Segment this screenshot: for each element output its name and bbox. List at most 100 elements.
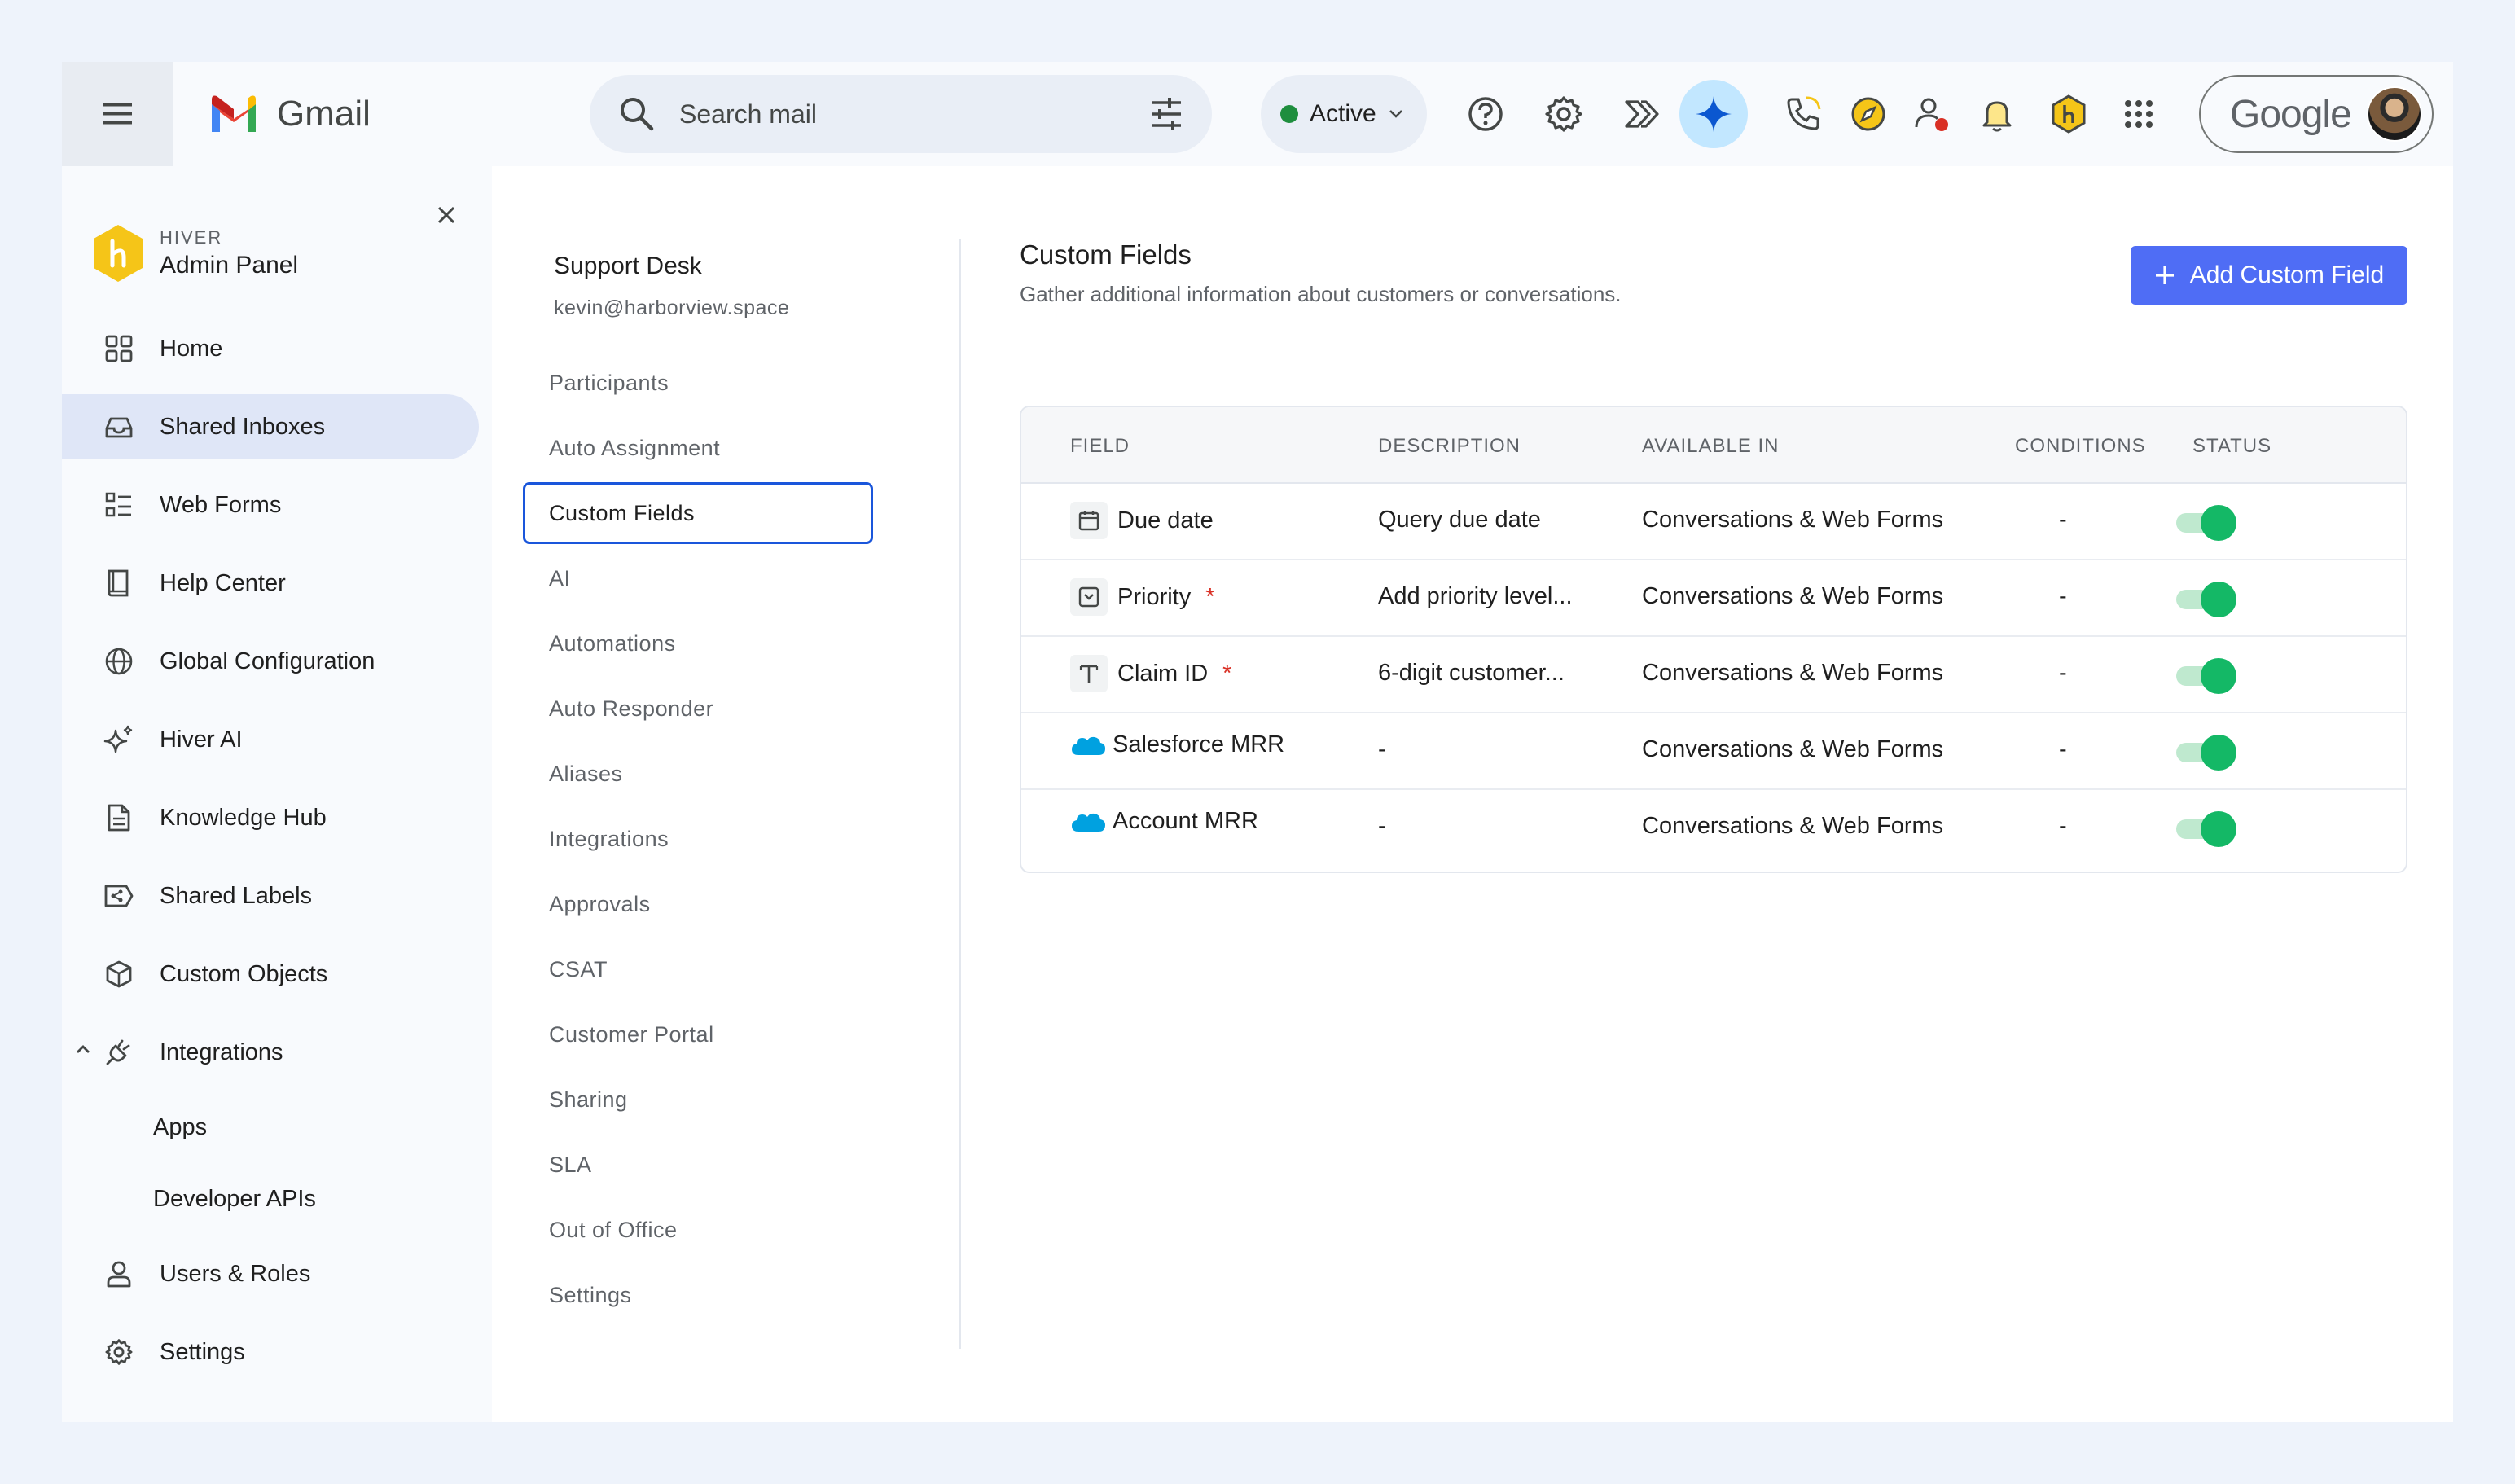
tune-icon[interactable] — [1147, 94, 1186, 134]
status-toggle[interactable] — [2176, 658, 2238, 694]
status-dot — [1280, 105, 1298, 123]
section-automations[interactable]: Automations — [523, 612, 873, 674]
phone-button[interactable] — [1775, 86, 1831, 142]
gemini-button[interactable] — [1679, 80, 1748, 148]
dropdown-icon — [1078, 586, 1099, 608]
user-icon — [107, 1261, 131, 1288]
search-icon[interactable] — [616, 93, 658, 135]
status-selector[interactable]: Active — [1261, 75, 1427, 153]
nav-label: Shared Inboxes — [160, 413, 326, 440]
nav-item-home[interactable]: Home — [62, 316, 479, 381]
section-aliases[interactable]: Aliases — [523, 743, 873, 805]
status-toggle[interactable] — [2176, 811, 2238, 847]
search-input[interactable]: Search mail — [679, 99, 817, 130]
notifications-button[interactable] — [1969, 86, 2025, 142]
nav-label: Hiver AI — [160, 726, 243, 753]
nav-item-knowledge-hub[interactable]: Knowledge Hub — [62, 785, 479, 850]
custom-fields-table: FIELD DESCRIPTION AVAILABLE IN CONDITION… — [1020, 406, 2407, 873]
settings-button[interactable] — [1536, 86, 1591, 142]
inbox-settings-nav: Support Desk kevin@harborview.space Part… — [492, 166, 959, 1422]
table-row[interactable]: Salesforce MRR - Conversations & Web For… — [1021, 713, 2406, 790]
status-toggle[interactable] — [2176, 505, 2238, 541]
section-ai[interactable]: AI — [523, 547, 873, 609]
field-conditions: - — [2059, 813, 2067, 839]
nav-label: Home — [160, 335, 223, 362]
table-row[interactable]: Priority * Add priority level... Convers… — [1021, 560, 2406, 637]
field-conditions: - — [2059, 660, 2067, 686]
nav-label: Settings — [160, 1338, 245, 1365]
nav-item-settings[interactable]: Settings — [62, 1319, 479, 1385]
avatar[interactable] — [2367, 86, 2422, 142]
list-icon — [105, 492, 131, 517]
section-integrations[interactable]: Integrations — [523, 808, 873, 870]
admin-sidebar: HIVER Admin Panel Home Shared Inboxes We… — [62, 166, 492, 1422]
nav-item-help-center[interactable]: Help Center — [62, 551, 479, 616]
nav-item-apps[interactable]: Apps — [62, 1098, 479, 1157]
section-approvals[interactable]: Approvals — [523, 873, 873, 935]
hiver-forward-button[interactable] — [1614, 86, 1670, 142]
column-header-conditions: CONDITIONS — [2015, 435, 2146, 457]
help-button[interactable] — [1458, 86, 1513, 142]
admin-header: HIVER Admin Panel — [91, 223, 298, 283]
admin-panel-title: Admin Panel — [160, 252, 299, 279]
field-description: - — [1378, 736, 1386, 762]
main-menu-button[interactable] — [62, 62, 173, 166]
nav-item-global-configuration[interactable]: Global Configuration — [62, 629, 479, 694]
nav-item-developer-apis[interactable]: Developer APIs — [62, 1170, 479, 1228]
status-toggle[interactable] — [2176, 582, 2238, 617]
section-out-of-office[interactable]: Out of Office — [523, 1199, 873, 1261]
section-settings[interactable]: Settings — [523, 1264, 873, 1326]
nav-label: Knowledge Hub — [160, 804, 327, 831]
nav-item-custom-objects[interactable]: Custom Objects — [62, 942, 479, 1007]
column-header-field: FIELD — [1070, 435, 1130, 457]
grid-icon — [105, 335, 133, 362]
gear-icon — [105, 1339, 133, 1365]
field-available-in: Conversations & Web Forms — [1642, 583, 1944, 609]
apps-icon — [2125, 100, 2153, 128]
section-participants[interactable]: Participants — [523, 352, 873, 414]
account-button[interactable]: Google — [2199, 75, 2434, 153]
sparkle-icon — [103, 725, 133, 753]
section-auto-responder[interactable]: Auto Responder — [523, 678, 873, 740]
hiver-button[interactable] — [2041, 86, 2096, 142]
field-description: 6-digit customer... — [1378, 660, 1565, 686]
salesforce-icon — [1072, 736, 1105, 755]
field-available-in: Conversations & Web Forms — [1642, 660, 1944, 686]
chevron-up-icon[interactable] — [73, 1039, 93, 1059]
inbox-name: Support Desk — [554, 252, 702, 279]
section-sharing[interactable]: Sharing — [523, 1069, 873, 1131]
nav-item-users-roles[interactable]: Users & Roles — [62, 1241, 479, 1306]
table-row[interactable]: Account MRR - Conversations & Web Forms … — [1021, 790, 2406, 867]
help-icon — [1468, 97, 1503, 131]
nav-item-web-forms[interactable]: Web Forms — [62, 472, 479, 538]
nav-item-shared-inboxes[interactable]: Shared Inboxes — [62, 394, 479, 459]
bell-icon — [1982, 101, 2012, 132]
nav-item-shared-labels[interactable]: Shared Labels — [62, 863, 479, 929]
add-custom-field-button[interactable]: Add Custom Field — [2131, 246, 2407, 305]
field-description: - — [1378, 813, 1386, 839]
field-available-in: Conversations & Web Forms — [1642, 507, 1944, 533]
apps-button[interactable] — [2111, 86, 2166, 142]
section-sla[interactable]: SLA — [523, 1134, 873, 1196]
field-description: Add priority level... — [1378, 583, 1573, 609]
status-toggle[interactable] — [2176, 735, 2238, 771]
plus-icon — [2155, 266, 2174, 284]
page-subtitle: Gather additional information about cust… — [1020, 282, 1622, 306]
section-auto-assignment[interactable]: Auto Assignment — [523, 417, 873, 479]
search-bar[interactable]: Search mail — [590, 75, 1212, 153]
gmail-brand[interactable]: Gmail — [208, 88, 371, 140]
section-csat[interactable]: CSAT — [523, 938, 873, 1000]
nav-item-integrations[interactable]: Integrations — [62, 1020, 479, 1085]
label-icon — [104, 885, 134, 907]
field-description: Query due date — [1378, 507, 1541, 533]
close-admin-button[interactable] — [430, 199, 463, 231]
field-cell: Claim ID * — [1070, 655, 1231, 692]
table-row[interactable]: Claim ID * 6-digit customer... Conversat… — [1021, 637, 2406, 713]
nav-label: Integrations — [160, 1038, 283, 1065]
nav-item-hiver-ai[interactable]: Hiver AI — [62, 707, 479, 772]
section-customer-portal[interactable]: Customer Portal — [523, 1003, 873, 1065]
section-custom-fields[interactable]: Custom Fields — [523, 482, 873, 544]
table-row[interactable]: Due date Query due date Conversations & … — [1021, 484, 2406, 560]
compass-button[interactable] — [1841, 86, 1896, 142]
user-alert-button[interactable] — [1904, 86, 1960, 142]
